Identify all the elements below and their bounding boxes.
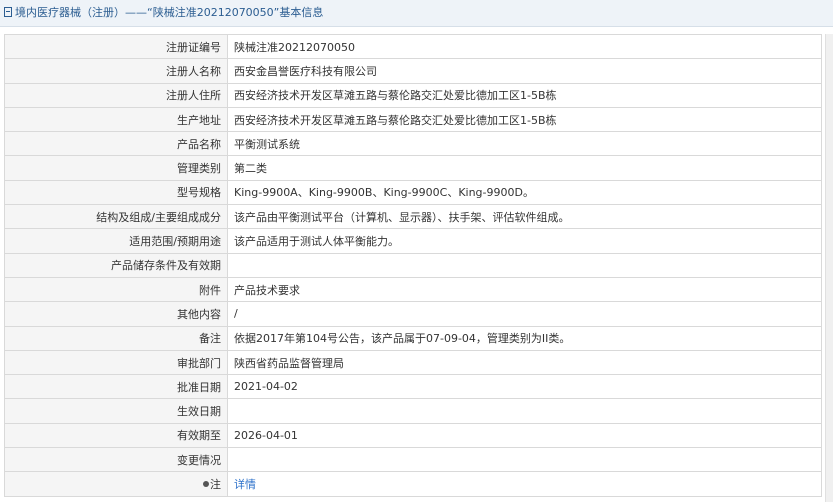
table-row: 管理类别 第二类	[4, 155, 822, 181]
field-label: 变更情况	[4, 447, 228, 473]
field-value: King-9900A、King-9900B、King-9900C、King-99…	[227, 179, 822, 206]
note-value-cell: 详情	[227, 471, 822, 497]
table-row: 生产地址 西安经济技术开发区草滩五路与蔡伦路交汇处爱比德加工区1-5B栋	[4, 106, 822, 133]
field-label: 管理类别	[4, 155, 228, 181]
table-row: 其他内容 /	[4, 301, 822, 327]
field-label: 结构及组成/主要组成成分	[4, 204, 228, 230]
table-row: 适用范围/预期用途 该产品适用于测试人体平衡能力。	[4, 228, 822, 254]
field-value: 依据2017年第104号公告，该产品属于07-09-04，管理类别为II类。	[227, 325, 822, 351]
table-row: 型号规格 King-9900A、King-9900B、King-9900C、Kin…	[4, 179, 822, 206]
field-value: /	[227, 301, 822, 327]
table-row-note: 注详情	[4, 471, 822, 497]
field-value: 西安经济技术开发区草滩五路与蔡伦路交汇处爱比德加工区1-5B栋	[227, 82, 822, 108]
table-row: 注册人住所 西安经济技术开发区草滩五路与蔡伦路交汇处爱比德加工区1-5B栋	[4, 82, 822, 108]
detail-table-container: 注册证编号 陕械注准20212070050 注册人名称 西安金昌誉医疗科技有限公司 注册…	[4, 33, 826, 497]
field-label: 附件	[4, 276, 228, 303]
field-value: 西安经济技术开发区草滩五路与蔡伦路交汇处爱比德加工区1-5B栋	[227, 106, 822, 133]
field-value: 产品技术要求	[227, 276, 822, 303]
vertical-scrollbar[interactable]	[825, 34, 833, 502]
field-label: 批准日期	[4, 374, 228, 400]
field-label: 产品储存条件及有效期	[4, 252, 228, 278]
bullet-icon	[203, 480, 209, 487]
field-label: 适用范围/预期用途	[4, 228, 228, 254]
field-label: 注册证编号	[4, 33, 228, 60]
field-label: 型号规格	[4, 179, 228, 206]
field-value	[227, 447, 822, 473]
table-row: 生效日期	[4, 398, 822, 424]
details-link[interactable]: 详情	[234, 478, 256, 491]
field-label: 注册人名称	[4, 58, 228, 84]
field-label: 其他内容	[4, 301, 228, 327]
field-label: 注册人住所	[4, 82, 228, 108]
field-value	[227, 398, 822, 424]
field-value: 陕西省药品监督管理局	[227, 349, 822, 376]
field-value: 陕械注准20212070050	[227, 33, 822, 60]
field-label: 产品名称	[4, 131, 228, 157]
field-value: 西安金昌誉医疗科技有限公司	[227, 58, 822, 84]
field-value: 2026-04-01	[227, 422, 822, 449]
table-row: 备注 依据2017年第104号公告，该产品属于07-09-04，管理类别为II类。	[4, 325, 822, 351]
table-row: 注册人名称 西安金昌誉医疗科技有限公司	[4, 58, 822, 84]
field-value: 第二类	[227, 155, 822, 181]
page-title: 境内医疗器械（注册）——“陕械注准20212070050”基本信息	[15, 6, 324, 19]
page-header: 境内医疗器械（注册）——“陕械注准20212070050”基本信息	[0, 0, 833, 27]
field-label: 生产地址	[4, 106, 228, 133]
detail-table: 注册证编号 陕械注准20212070050 注册人名称 西安金昌誉医疗科技有限公司 注册…	[4, 33, 822, 497]
table-row: 注册证编号 陕械注准20212070050	[4, 33, 822, 60]
table-row: 审批部门 陕西省药品监督管理局	[4, 349, 822, 376]
note-label-cell: 注	[4, 471, 228, 497]
field-value: 该产品由平衡测试平台（计算机、显示器）、扶手架、评估软件组成。	[227, 204, 822, 230]
field-value: 该产品适用于测试人体平衡能力。	[227, 228, 822, 254]
field-value: 2021-04-02	[227, 374, 822, 400]
table-row: 产品名称 平衡测试系统	[4, 131, 822, 157]
table-row: 变更情况	[4, 447, 822, 473]
field-label: 生效日期	[4, 398, 228, 424]
note-label: 注	[210, 477, 221, 491]
table-row: 有效期至 2026-04-01	[4, 422, 822, 449]
table-row: 批准日期 2021-04-02	[4, 374, 822, 400]
field-label: 审批部门	[4, 349, 228, 376]
field-label: 有效期至	[4, 422, 228, 449]
document-icon	[4, 7, 12, 17]
field-value: 平衡测试系统	[227, 131, 822, 157]
field-value	[227, 252, 822, 278]
table-row: 附件 产品技术要求	[4, 276, 822, 303]
table-row: 产品储存条件及有效期	[4, 252, 822, 278]
table-row: 结构及组成/主要组成成分 该产品由平衡测试平台（计算机、显示器）、扶手架、评估软件…	[4, 204, 822, 230]
field-label: 备注	[4, 325, 228, 351]
